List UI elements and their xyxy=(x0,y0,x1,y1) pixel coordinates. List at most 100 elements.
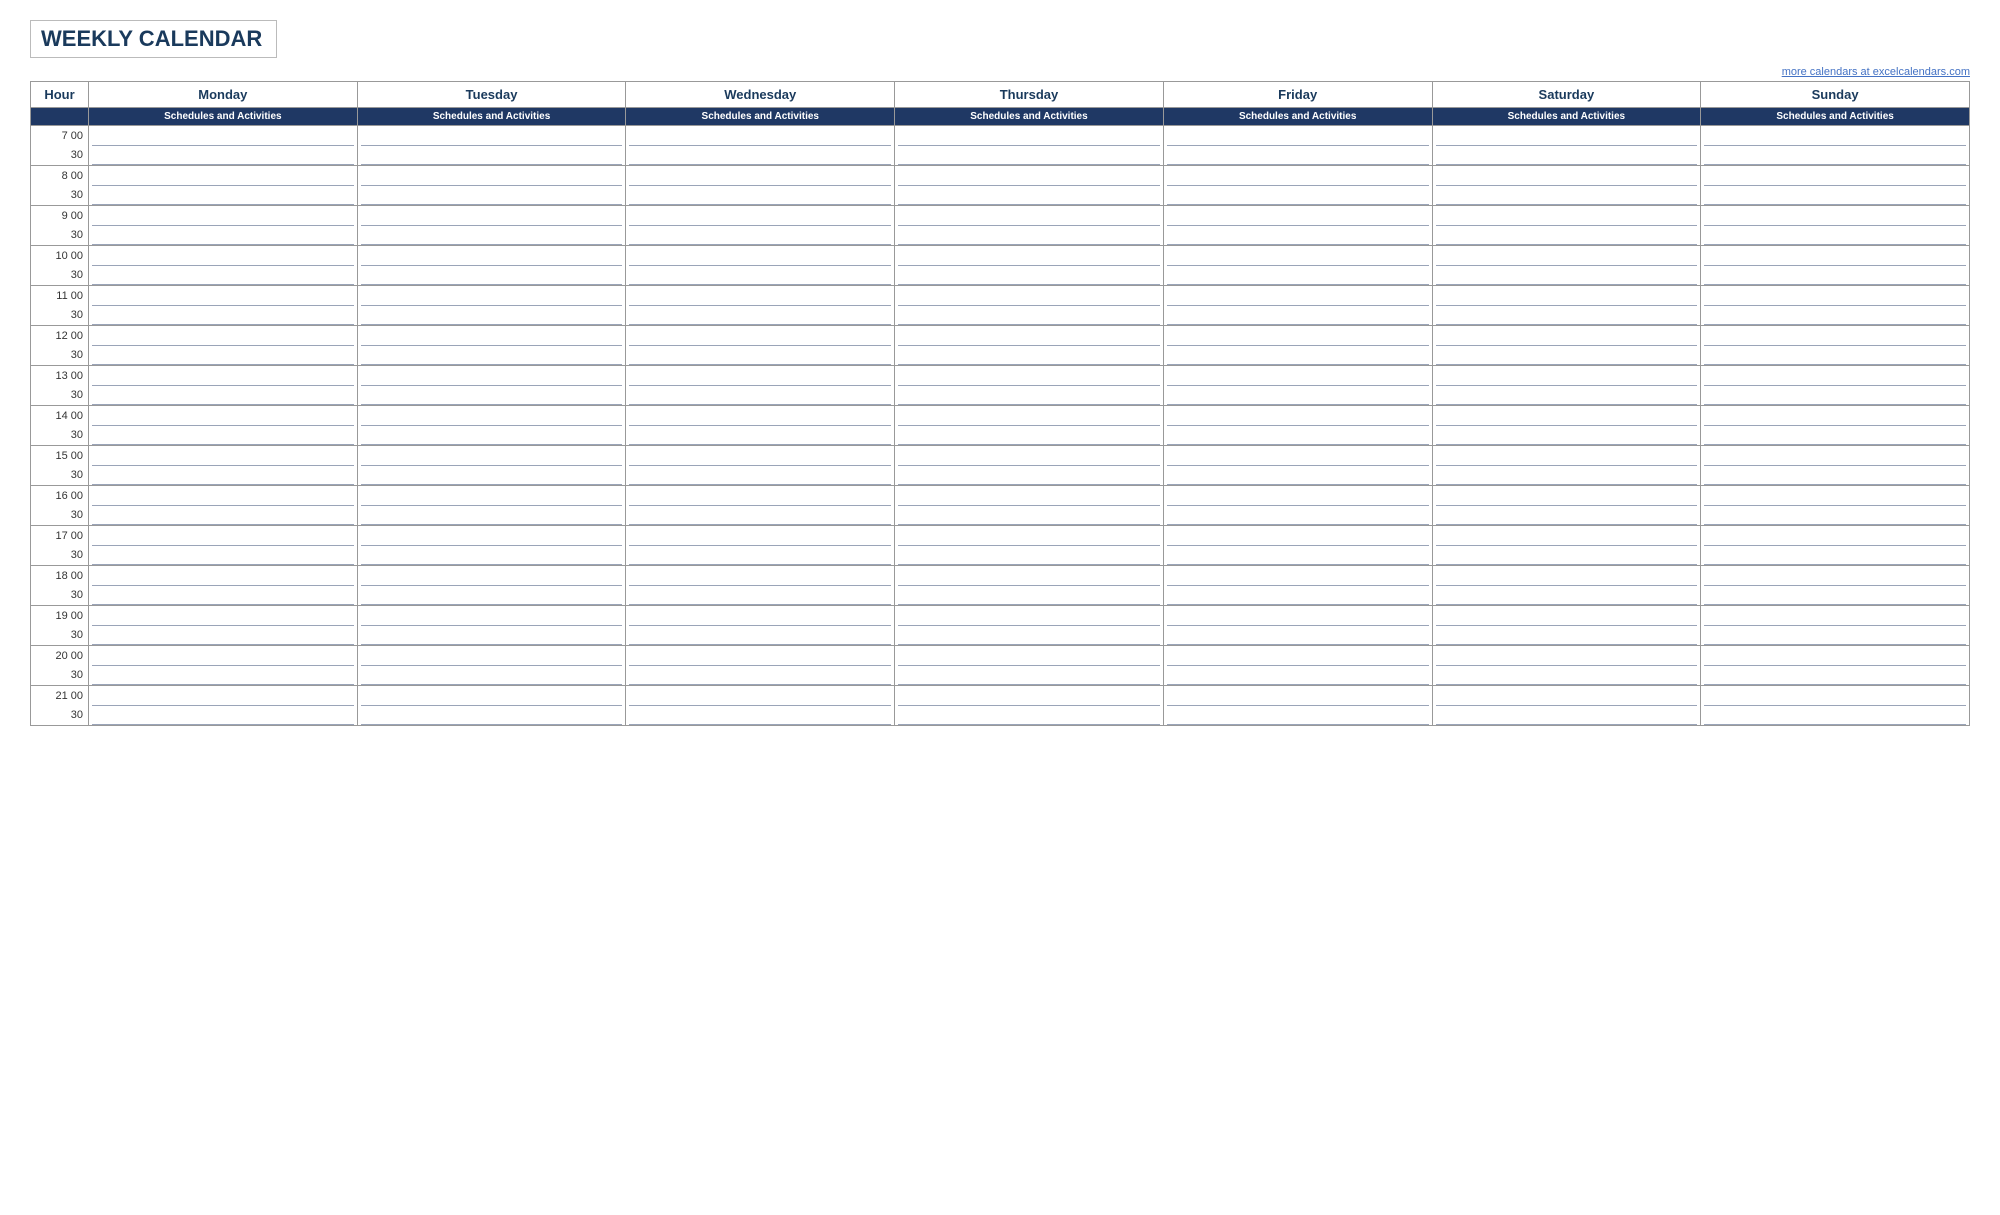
entry-cell[interactable] xyxy=(89,526,358,546)
entry-cell[interactable] xyxy=(1163,386,1432,406)
entry-cell[interactable] xyxy=(1432,626,1701,646)
entry-cell[interactable] xyxy=(89,146,358,166)
entry-cell[interactable] xyxy=(89,506,358,526)
entry-cell[interactable] xyxy=(895,406,1164,426)
entry-cell[interactable] xyxy=(357,226,626,246)
entry-cell[interactable] xyxy=(1432,406,1701,426)
entry-cell[interactable] xyxy=(1432,146,1701,166)
entry-cell[interactable] xyxy=(89,126,358,146)
entry-cell[interactable] xyxy=(895,246,1164,266)
entry-cell[interactable] xyxy=(1432,646,1701,666)
entry-cell[interactable] xyxy=(357,506,626,526)
entry-cell[interactable] xyxy=(1701,346,1970,366)
entry-cell[interactable] xyxy=(1163,186,1432,206)
entry-cell[interactable] xyxy=(1701,306,1970,326)
entry-cell[interactable] xyxy=(357,426,626,446)
entry-cell[interactable] xyxy=(89,166,358,186)
entry-cell[interactable] xyxy=(1163,586,1432,606)
entry-cell[interactable] xyxy=(895,666,1164,686)
entry-cell[interactable] xyxy=(1432,206,1701,226)
entry-cell[interactable] xyxy=(357,366,626,386)
entry-cell[interactable] xyxy=(357,686,626,706)
entry-cell[interactable] xyxy=(1163,526,1432,546)
entry-cell[interactable] xyxy=(626,346,895,366)
entry-cell[interactable] xyxy=(1701,406,1970,426)
entry-cell[interactable] xyxy=(895,446,1164,466)
entry-cell[interactable] xyxy=(626,166,895,186)
entry-cell[interactable] xyxy=(1701,206,1970,226)
entry-cell[interactable] xyxy=(357,406,626,426)
entry-cell[interactable] xyxy=(1432,566,1701,586)
entry-cell[interactable] xyxy=(1163,266,1432,286)
entry-cell[interactable] xyxy=(1432,366,1701,386)
entry-cell[interactable] xyxy=(626,426,895,446)
entry-cell[interactable] xyxy=(1432,606,1701,626)
entry-cell[interactable] xyxy=(1701,246,1970,266)
entry-cell[interactable] xyxy=(626,606,895,626)
entry-cell[interactable] xyxy=(357,446,626,466)
entry-cell[interactable] xyxy=(895,206,1164,226)
entry-cell[interactable] xyxy=(357,386,626,406)
entry-cell[interactable] xyxy=(1163,406,1432,426)
entry-cell[interactable] xyxy=(1432,266,1701,286)
entry-cell[interactable] xyxy=(895,266,1164,286)
entry-cell[interactable] xyxy=(626,286,895,306)
entry-cell[interactable] xyxy=(895,646,1164,666)
entry-cell[interactable] xyxy=(895,626,1164,646)
entry-cell[interactable] xyxy=(1163,646,1432,666)
entry-cell[interactable] xyxy=(1163,326,1432,346)
entry-cell[interactable] xyxy=(1163,306,1432,326)
entry-cell[interactable] xyxy=(357,326,626,346)
entry-cell[interactable] xyxy=(1432,686,1701,706)
entry-cell[interactable] xyxy=(1432,306,1701,326)
entry-cell[interactable] xyxy=(89,386,358,406)
entry-cell[interactable] xyxy=(895,706,1164,726)
entry-cell[interactable] xyxy=(626,326,895,346)
entry-cell[interactable] xyxy=(1701,146,1970,166)
entry-cell[interactable] xyxy=(357,606,626,626)
entry-cell[interactable] xyxy=(1701,706,1970,726)
entry-cell[interactable] xyxy=(626,366,895,386)
entry-cell[interactable] xyxy=(626,306,895,326)
entry-cell[interactable] xyxy=(1163,606,1432,626)
entry-cell[interactable] xyxy=(89,226,358,246)
entry-cell[interactable] xyxy=(626,706,895,726)
entry-cell[interactable] xyxy=(1432,446,1701,466)
entry-cell[interactable] xyxy=(89,446,358,466)
entry-cell[interactable] xyxy=(1701,366,1970,386)
entry-cell[interactable] xyxy=(357,166,626,186)
entry-cell[interactable] xyxy=(626,146,895,166)
entry-cell[interactable] xyxy=(357,646,626,666)
entry-cell[interactable] xyxy=(1701,266,1970,286)
entry-cell[interactable] xyxy=(895,186,1164,206)
entry-cell[interactable] xyxy=(89,426,358,446)
entry-cell[interactable] xyxy=(1432,166,1701,186)
entry-cell[interactable] xyxy=(1701,626,1970,646)
entry-cell[interactable] xyxy=(626,186,895,206)
entry-cell[interactable] xyxy=(1432,486,1701,506)
entry-cell[interactable] xyxy=(1163,566,1432,586)
entry-cell[interactable] xyxy=(357,666,626,686)
entry-cell[interactable] xyxy=(895,486,1164,506)
entry-cell[interactable] xyxy=(1432,326,1701,346)
entry-cell[interactable] xyxy=(1432,346,1701,366)
entry-cell[interactable] xyxy=(1701,126,1970,146)
entry-cell[interactable] xyxy=(1701,566,1970,586)
entry-cell[interactable] xyxy=(357,206,626,226)
entry-cell[interactable] xyxy=(1701,186,1970,206)
entry-cell[interactable] xyxy=(895,546,1164,566)
entry-cell[interactable] xyxy=(626,526,895,546)
entry-cell[interactable] xyxy=(89,686,358,706)
entry-cell[interactable] xyxy=(895,566,1164,586)
entry-cell[interactable] xyxy=(1163,246,1432,266)
entry-cell[interactable] xyxy=(89,666,358,686)
entry-cell[interactable] xyxy=(1432,586,1701,606)
entry-cell[interactable] xyxy=(89,266,358,286)
entry-cell[interactable] xyxy=(89,366,358,386)
entry-cell[interactable] xyxy=(1432,526,1701,546)
entry-cell[interactable] xyxy=(626,646,895,666)
entry-cell[interactable] xyxy=(357,526,626,546)
entry-cell[interactable] xyxy=(895,366,1164,386)
entry-cell[interactable] xyxy=(895,506,1164,526)
entry-cell[interactable] xyxy=(1163,486,1432,506)
